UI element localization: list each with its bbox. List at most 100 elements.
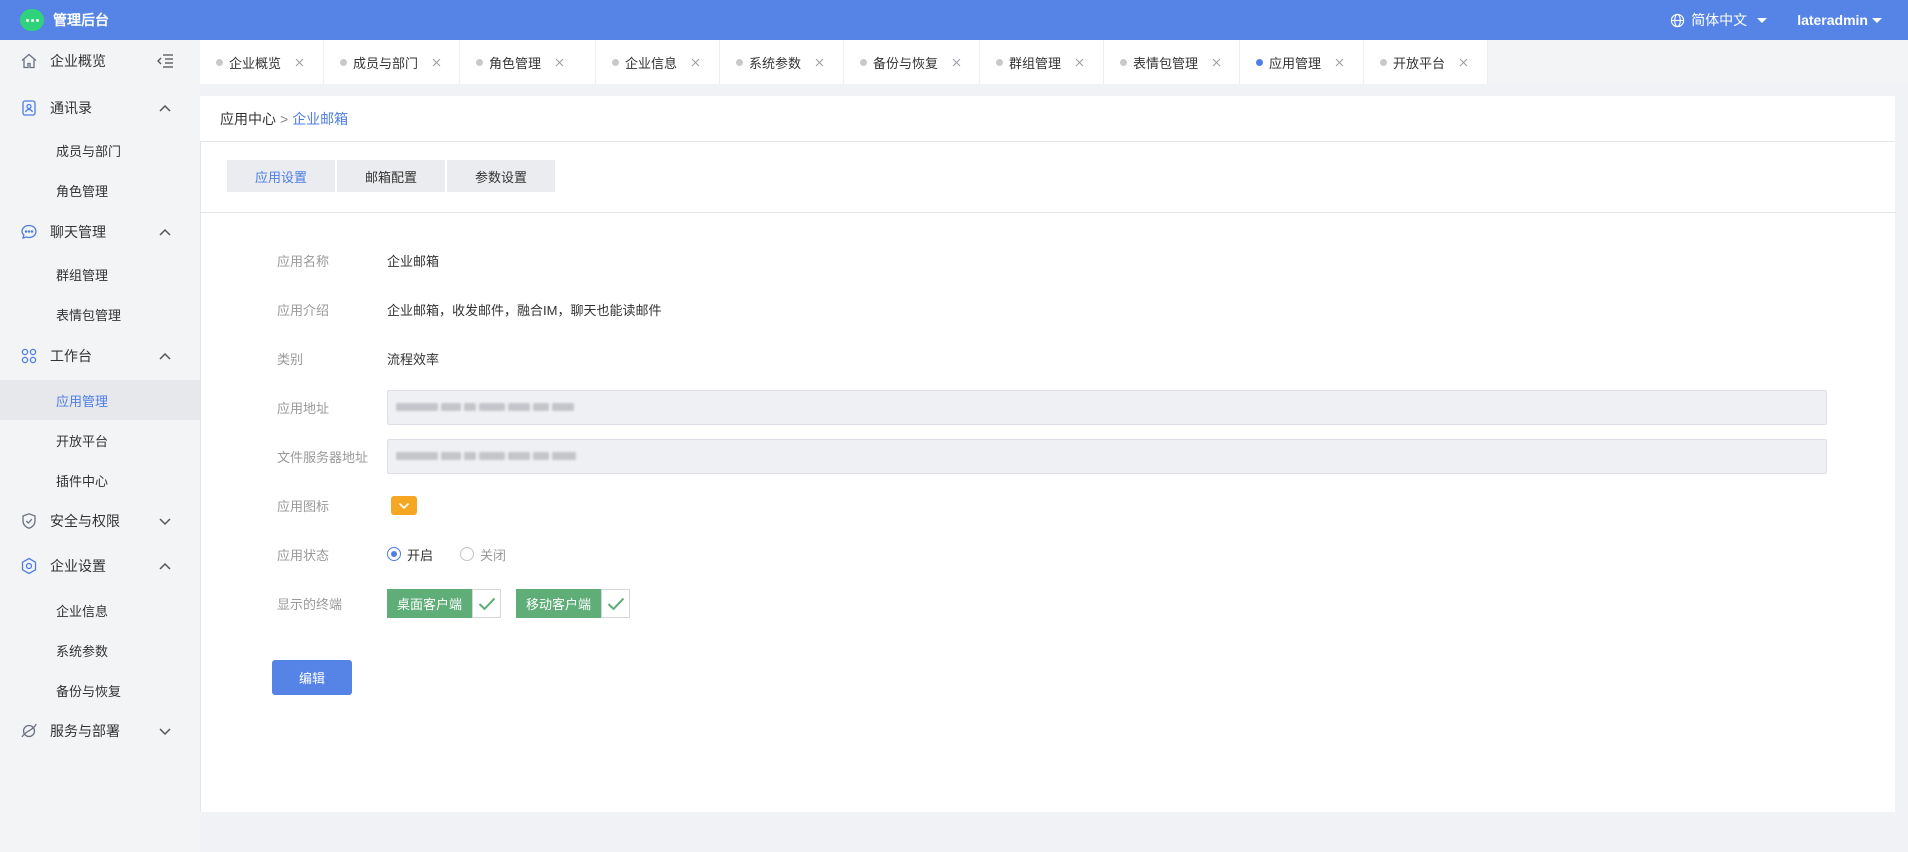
close-icon[interactable]	[295, 58, 304, 67]
category-label: 类别	[277, 351, 304, 367]
app-intro-value: 企业邮箱，收发邮件，融合IM，聊天也能读邮件	[387, 302, 662, 318]
status-off-radio[interactable]: 关闭	[460, 545, 506, 564]
globe-icon	[1671, 13, 1685, 27]
sidebar-item-label: 通讯录	[50, 100, 92, 116]
tab-label: 应用管理	[1269, 55, 1322, 71]
sidebar-group-chat[interactable]: 聊天管理	[0, 213, 200, 251]
chevron-up-icon	[159, 228, 171, 236]
sidebar-item-enterprise-info[interactable]: 企业信息	[0, 590, 200, 630]
tab-item[interactable]: 系统参数	[720, 40, 844, 84]
tab-label: 开放平台	[1393, 55, 1446, 71]
sidebar-group-service-deploy[interactable]: 服务与部署	[0, 712, 200, 750]
app-address-field	[387, 389, 1827, 425]
redacted-text	[396, 452, 576, 460]
sidebar-item-label: 企业信息	[56, 603, 109, 619]
sidebar-item-stickers[interactable]: 表情包管理	[0, 294, 200, 334]
app-address-label: 应用地址	[277, 400, 330, 416]
app-icon-label: 应用图标	[277, 498, 330, 514]
tab-item[interactable]: 应用管理	[1240, 40, 1364, 84]
sidebar-item-roles[interactable]: 角色管理	[0, 170, 200, 210]
form-row-app-intro: 应用介绍 企业邮箱，收发邮件，融合IM，聊天也能读邮件	[201, 291, 1896, 327]
sidebar-group-contacts[interactable]: 通讯录	[0, 89, 200, 127]
subtab-app-settings[interactable]: 应用设置	[227, 160, 335, 192]
tab-dot-icon	[340, 58, 347, 66]
close-icon[interactable]	[952, 58, 961, 67]
sidebar-item-label: 服务与部署	[50, 723, 120, 739]
tab-dot-icon	[476, 58, 483, 66]
grid-icon	[21, 348, 37, 364]
collapse-menu-icon[interactable]	[156, 53, 174, 69]
form-row-category: 类别 流程效率	[201, 340, 1896, 376]
subtab-label: 应用设置	[254, 169, 307, 185]
close-icon[interactable]	[815, 58, 824, 67]
close-icon[interactable]	[432, 58, 441, 67]
sidebar-group-enterprise-settings[interactable]: 企业设置	[0, 547, 200, 585]
sidebar-item-label: 安全与权限	[50, 513, 120, 529]
form-row-file-server: 文件服务器地址	[201, 438, 1896, 474]
tab-item[interactable]: 企业概览	[200, 40, 324, 84]
subtab-param-settings[interactable]: 参数设置	[447, 160, 555, 192]
close-icon[interactable]	[1335, 58, 1344, 67]
sidebar-group-security[interactable]: 安全与权限	[0, 502, 200, 540]
terminal-mobile-checkbox[interactable]: 移动客户端	[516, 589, 631, 618]
main-panel: 应用设置 邮箱配置 参数设置 应用名称 企业邮箱 应用介绍 企业邮箱，收发邮件，…	[200, 142, 1896, 812]
app-intro-label: 应用介绍	[277, 302, 330, 318]
subtab-mail-config[interactable]: 邮箱配置	[337, 160, 445, 192]
tab-dot-icon	[1256, 58, 1263, 66]
edit-button[interactable]: 编辑	[272, 660, 352, 695]
sidebar-item-members[interactable]: 成员与部门	[0, 130, 200, 170]
close-icon[interactable]	[1212, 58, 1221, 67]
sidebar-item-open-platform[interactable]: 开放平台	[0, 420, 200, 460]
tab-item[interactable]: 开放平台	[1364, 40, 1488, 84]
close-icon[interactable]	[691, 58, 700, 67]
tab-item[interactable]: 企业信息	[596, 40, 720, 84]
chevron-down-icon	[1757, 17, 1768, 23]
sidebar-item-backup[interactable]: 备份与恢复	[0, 670, 200, 710]
tab-dot-icon	[1120, 58, 1127, 66]
sidebar-item-label: 插件中心	[56, 473, 109, 489]
radio-label: 开启	[407, 547, 434, 563]
close-icon[interactable]	[1075, 58, 1084, 67]
app-icon-preview[interactable]	[391, 496, 417, 515]
terminal-mobile-label: 移动客户端	[516, 589, 602, 618]
sidebar-item-app-management[interactable]: 应用管理	[0, 380, 200, 420]
form-row-app-address: 应用地址	[201, 389, 1896, 425]
tab-item[interactable]: 备份与恢复	[844, 40, 980, 84]
sidebar: 企业概览 通讯录 成员与部门 角色管理 聊天管理 群组管理 表情包管理 工作台 …	[0, 40, 200, 852]
sidebar-item-overview[interactable]: 企业概览	[0, 42, 200, 80]
sidebar-item-label: 企业设置	[50, 558, 106, 574]
language-label: 简体中文	[1691, 12, 1748, 28]
language-selector[interactable]: 简体中文	[1670, 10, 1768, 30]
tab-label: 企业信息	[625, 55, 678, 71]
terminal-desktop-checkbox[interactable]: 桌面客户端	[387, 589, 502, 618]
app-logo[interactable]: 管理后台	[20, 9, 109, 31]
settings-icon	[21, 557, 37, 575]
chevron-up-icon	[159, 104, 171, 112]
tab-item[interactable]: 表情包管理	[1104, 40, 1240, 84]
status-on-radio[interactable]: 开启	[387, 545, 433, 564]
sidebar-group-workbench[interactable]: 工作台	[0, 337, 200, 375]
form-row-app-icon: 应用图标	[201, 487, 1896, 523]
sidebar-item-system-params[interactable]: 系统参数	[0, 630, 200, 670]
terminals-label: 显示的终端	[277, 596, 343, 612]
sidebar-item-label: 应用管理	[56, 393, 109, 409]
tab-item[interactable]: 成员与部门	[324, 40, 460, 84]
file-server-field	[387, 438, 1827, 474]
user-menu[interactable]: lateradmin	[1797, 12, 1882, 28]
breadcrumb-parent[interactable]: 应用中心	[220, 109, 276, 129]
tab-item[interactable]: 群组管理	[980, 40, 1104, 84]
app-title: 管理后台	[53, 12, 109, 28]
redacted-text	[396, 403, 574, 411]
tab-label: 群组管理	[1009, 55, 1062, 71]
tab-dot-icon	[612, 58, 619, 66]
tab-item[interactable]: 角色管理	[460, 40, 596, 84]
sidebar-item-plugins[interactable]: 插件中心	[0, 460, 200, 500]
top-bar: 管理后台 简体中文 lateradmin	[0, 0, 1908, 40]
tabs-bar: 企业概览 成员与部门 角色管理 企业信息 系统参数 备份与恢复 群组管理 表情包管理 应用管理 开…	[200, 40, 1908, 84]
close-icon[interactable]	[1459, 58, 1468, 67]
terminal-desktop-label: 桌面客户端	[387, 589, 473, 618]
sidebar-item-groups[interactable]: 群组管理	[0, 254, 200, 294]
form-row-terminals: 显示的终端 桌面客户端 移动客户端	[201, 585, 1896, 621]
close-icon[interactable]	[555, 58, 564, 67]
form-row-app-status: 应用状态 开启 关闭	[201, 536, 1896, 572]
